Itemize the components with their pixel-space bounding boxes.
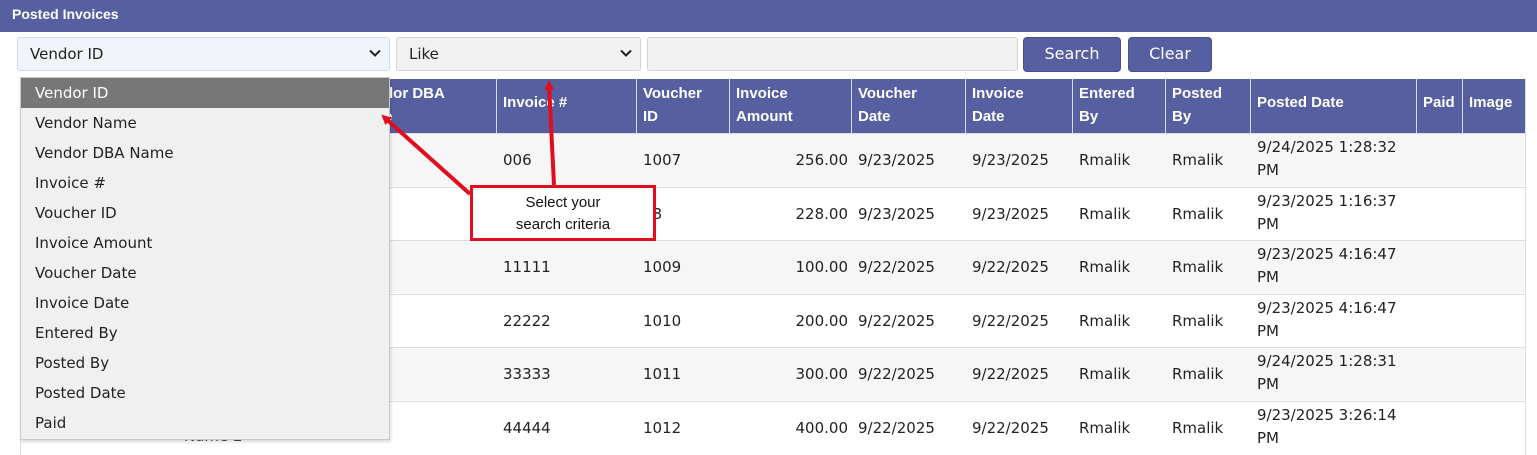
arrow-to-operator <box>544 80 556 186</box>
arrow-to-dropdown <box>381 114 472 196</box>
annotation-arrows <box>381 80 556 196</box>
annotation-callout: Select your search criteria <box>470 185 656 241</box>
